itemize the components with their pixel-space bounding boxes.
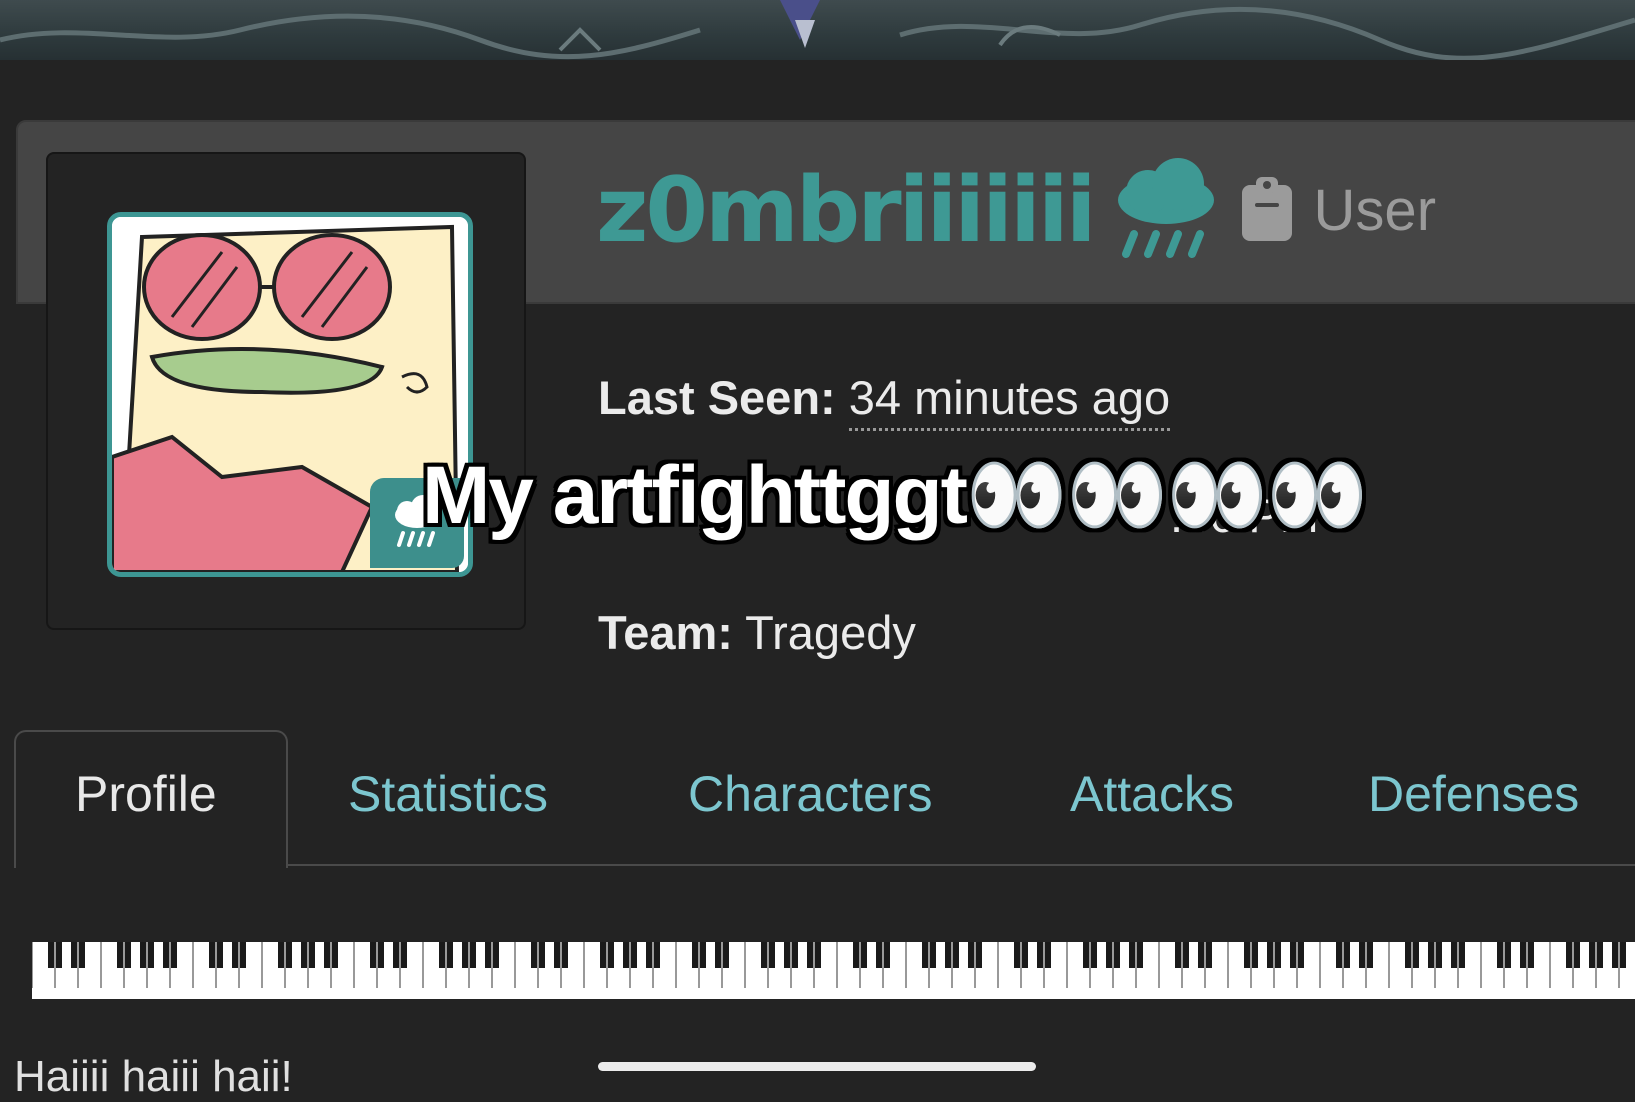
role: User [1241, 175, 1437, 245]
bio-first-line: Haiiii haiii haii! [14, 1052, 293, 1101]
tab-profile[interactable]: Profile [75, 765, 217, 823]
username: z0mbriiiiiii [596, 157, 1097, 263]
role-label: User [1313, 177, 1437, 243]
last-seen-value[interactable]: 34 minutes ago [848, 371, 1171, 431]
home-indicator[interactable] [598, 1062, 1036, 1071]
team-label: Team: [598, 606, 733, 659]
clipboard-icon [1241, 175, 1292, 245]
tab-attacks[interactable]: Attacks [1070, 765, 1234, 823]
last-seen-line: Last Seen: 34 minutes ago [598, 370, 1171, 431]
last-seen-label: Last Seen: [598, 371, 836, 424]
tab-statistics[interactable]: Statistics [348, 765, 548, 823]
cloud-rain-icon [1112, 156, 1220, 264]
overlay-caption: My artfighttggt👀👀👀👀 [422, 450, 1368, 541]
team-value: Tragedy [745, 606, 916, 659]
profile-banner [0, 0, 1635, 60]
piano-keyboard-divider [32, 942, 1635, 999]
tab-defenses[interactable]: Defenses [1368, 765, 1579, 823]
team-line: Team: Tragedy [598, 605, 916, 660]
tab-characters[interactable]: Characters [688, 765, 933, 823]
username-row: z0mbriiiiiii User [596, 150, 1436, 270]
